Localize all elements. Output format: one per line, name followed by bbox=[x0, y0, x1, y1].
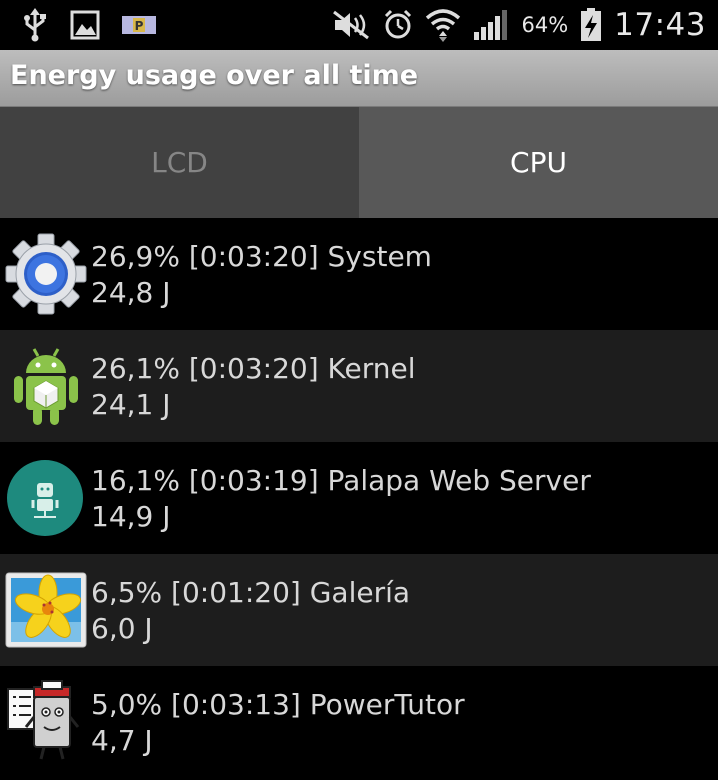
status-bar: P 64% 17:43 bbox=[0, 0, 718, 50]
battery-percentage: 64% bbox=[521, 13, 569, 37]
clock: 17:43 bbox=[614, 7, 706, 43]
entry-label: 26,1% [0:03:20] Kernel bbox=[91, 352, 416, 385]
signal-icon bbox=[473, 10, 509, 40]
usb-icon bbox=[22, 8, 48, 42]
image-icon bbox=[70, 10, 100, 40]
tab-cpu[interactable]: CPU bbox=[359, 107, 718, 218]
entry-label: 16,1% [0:03:19] Palapa Web Server bbox=[91, 464, 591, 497]
list-item[interactable]: 6,5% [0:01:20] Galería 6,0 J bbox=[0, 554, 718, 666]
entry-energy: 6,0 J bbox=[91, 612, 153, 645]
list-item[interactable]: 26,9% [0:03:20] System 24,8 J bbox=[0, 218, 718, 330]
powertutor-icon bbox=[4, 679, 88, 765]
web-server-icon bbox=[4, 455, 88, 541]
entry-label: 26,9% [0:03:20] System bbox=[91, 240, 432, 273]
entry-energy: 14,9 J bbox=[91, 500, 171, 533]
battery-charging-icon bbox=[580, 8, 602, 42]
title-bar: Energy usage over all time bbox=[0, 50, 718, 107]
wifi-icon bbox=[425, 8, 461, 42]
gallery-icon bbox=[4, 567, 88, 653]
entry-label: 5,0% [0:03:13] PowerTutor bbox=[91, 688, 465, 721]
android-icon bbox=[4, 343, 88, 429]
entry-energy: 24,1 J bbox=[91, 388, 171, 421]
tab-bar: LCD CPU bbox=[0, 107, 718, 218]
page-title: Energy usage over all time bbox=[10, 60, 419, 91]
tab-lcd[interactable]: LCD bbox=[0, 107, 359, 218]
parking-icon: P bbox=[122, 15, 156, 35]
energy-list: 26,9% [0:03:20] System 24,8 J 26,1% [0:0… bbox=[0, 218, 718, 778]
alarm-icon bbox=[383, 9, 413, 41]
entry-label: 6,5% [0:01:20] Galería bbox=[91, 576, 411, 609]
list-item[interactable]: 26,1% [0:03:20] Kernel 24,1 J bbox=[0, 330, 718, 442]
list-item[interactable]: 16,1% [0:03:19] Palapa Web Server 14,9 J bbox=[0, 442, 718, 554]
svg-text:P: P bbox=[135, 19, 144, 33]
mute-icon bbox=[331, 10, 371, 40]
entry-energy: 24,8 J bbox=[91, 276, 171, 309]
entry-energy: 4,7 J bbox=[91, 724, 153, 757]
list-item[interactable]: 5,0% [0:03:13] PowerTutor 4,7 J bbox=[0, 666, 718, 778]
system-gear-icon bbox=[4, 231, 88, 317]
